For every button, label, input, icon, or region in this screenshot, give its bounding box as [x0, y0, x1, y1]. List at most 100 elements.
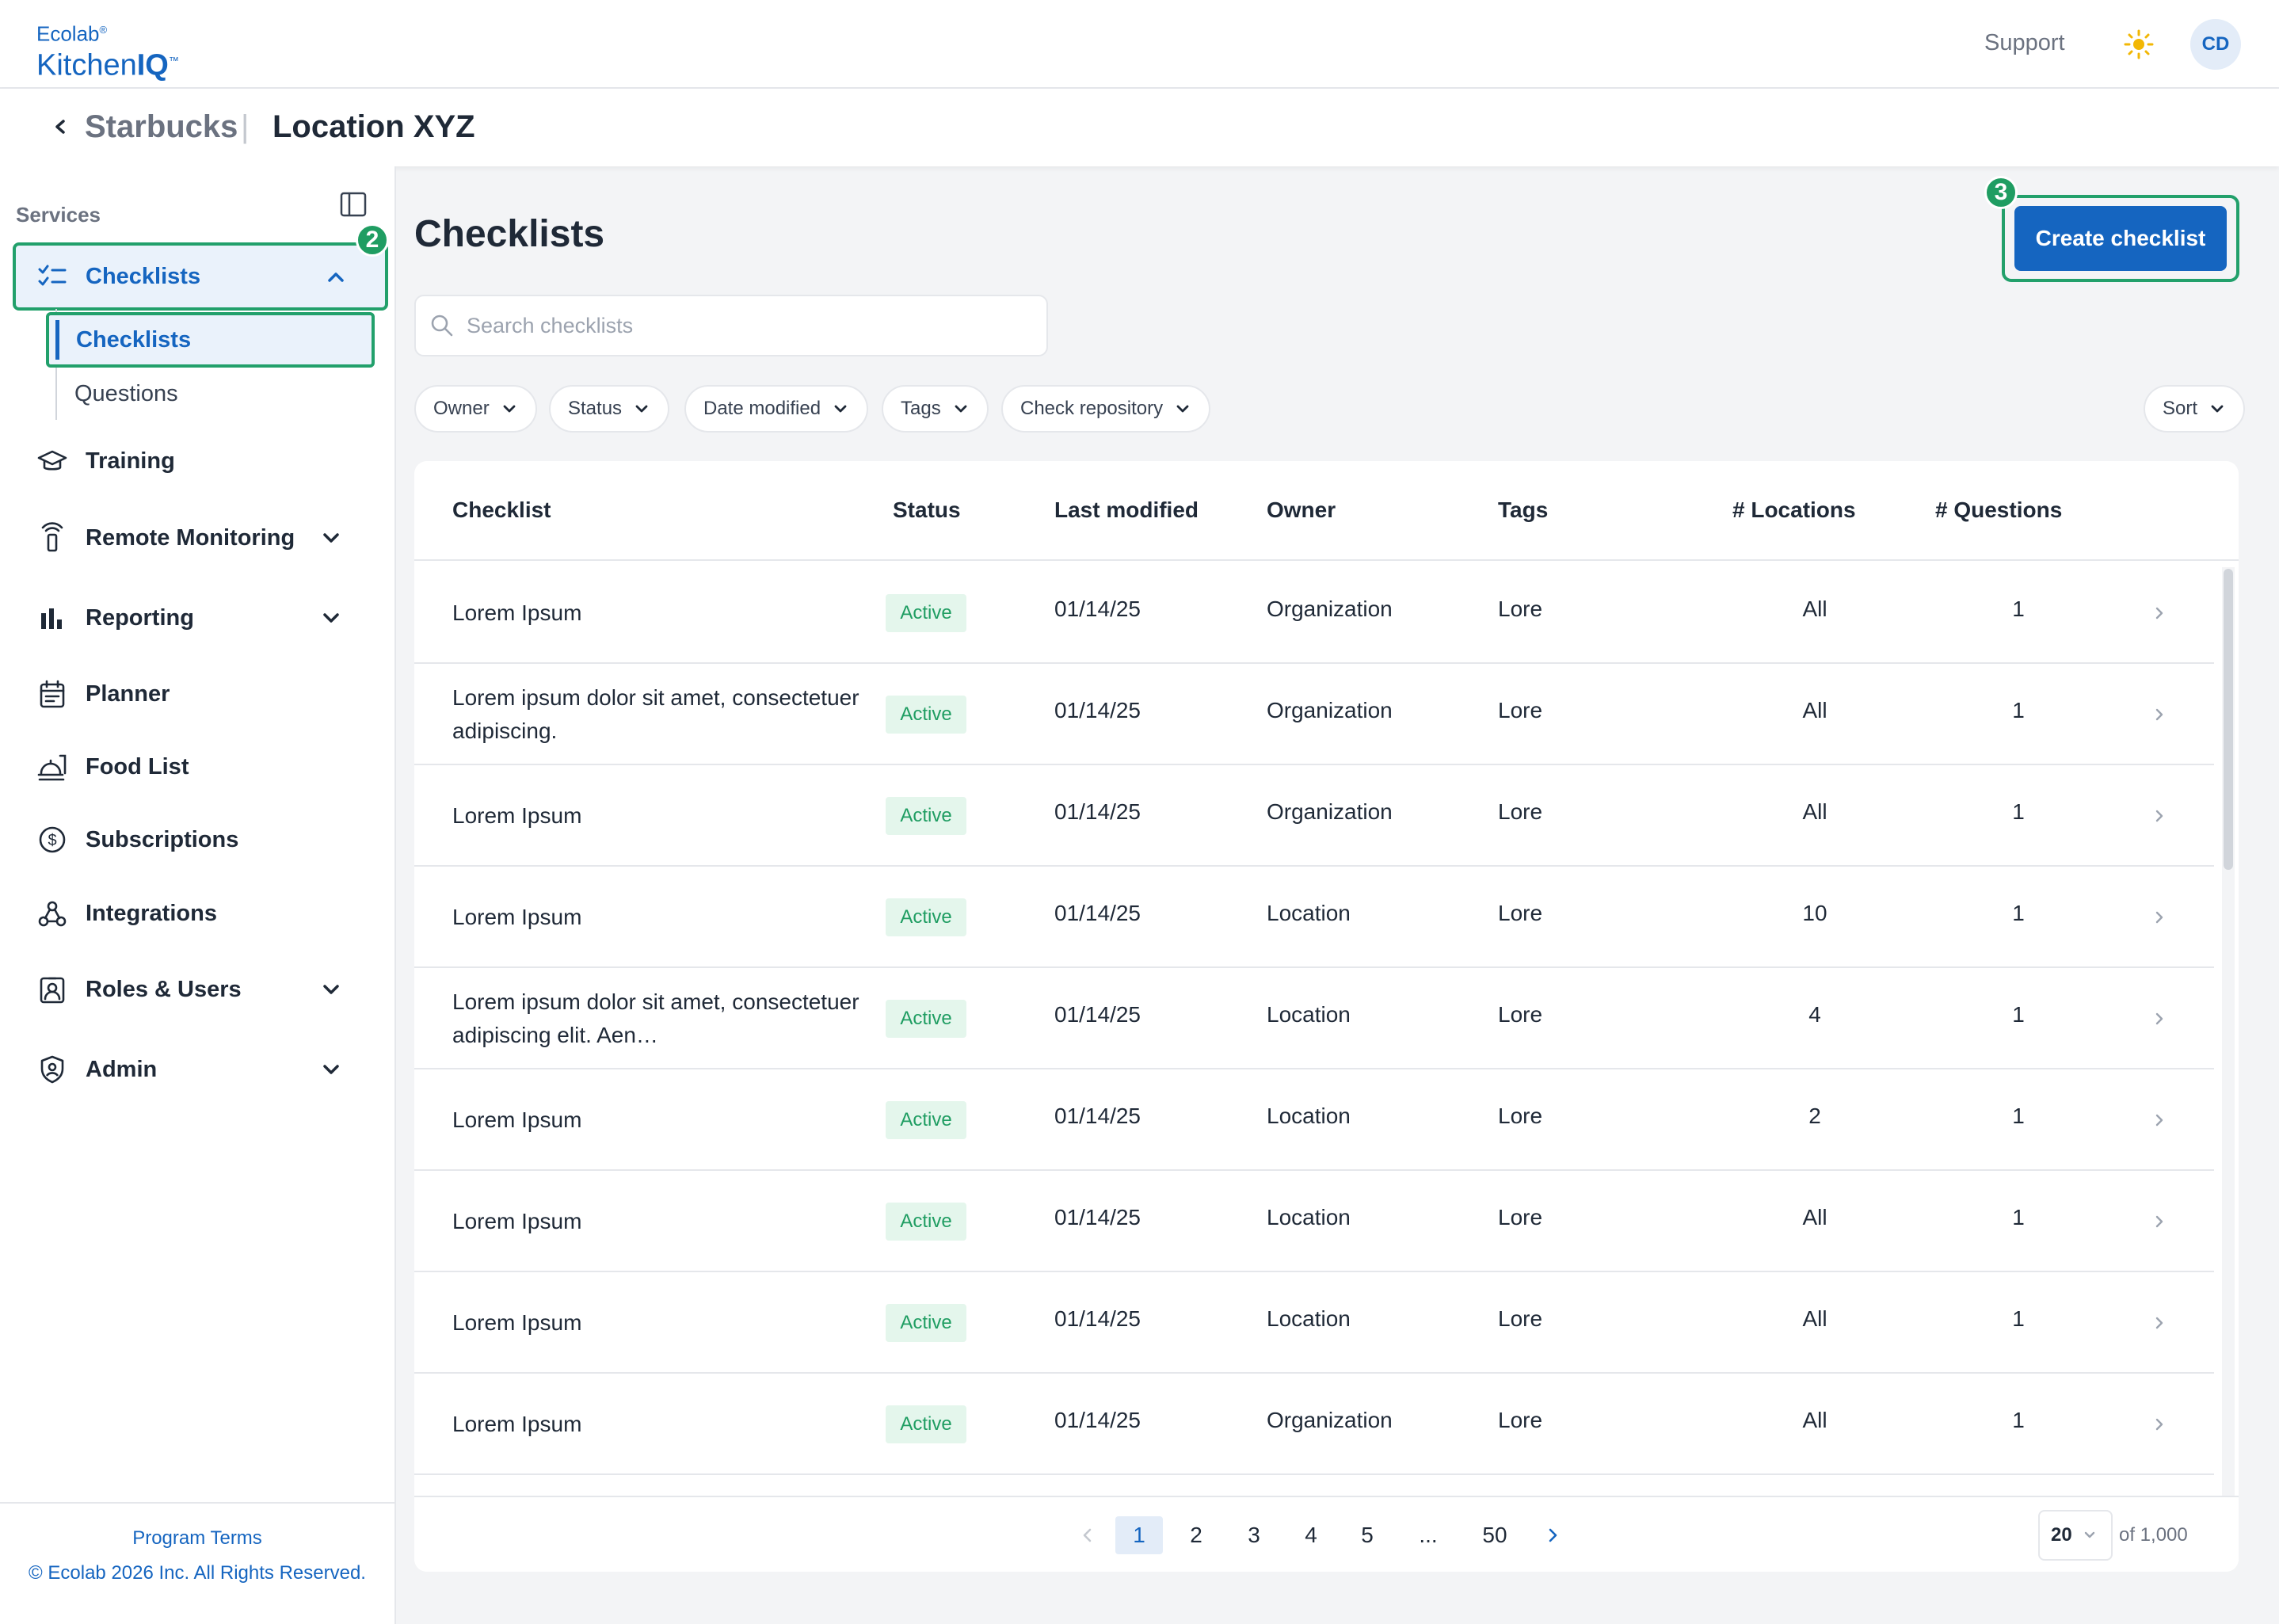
status-badge: Active: [886, 797, 966, 835]
column-header-questions[interactable]: # Questions: [1935, 497, 2062, 523]
questions-count: 1: [2012, 698, 2025, 722]
support-link[interactable]: Support: [1984, 30, 2065, 56]
chevron-left-icon[interactable]: [49, 111, 71, 143]
chevron-right-icon[interactable]: [2149, 1008, 2170, 1029]
column-header-checklist[interactable]: Checklist: [452, 497, 551, 523]
table-row[interactable]: Lorem ipsum dolor sit amet, consectetuer…: [414, 968, 2214, 1069]
search-box: [414, 295, 1048, 356]
page-title: Checklists: [414, 213, 605, 255]
column-header-locations[interactable]: # Locations: [1732, 497, 1856, 523]
kitcheniq-logo[interactable]: Ecolab® KitchenIQ™: [36, 19, 179, 82]
questions-count: 1: [2012, 799, 2025, 824]
program-terms-link[interactable]: Program Terms: [0, 1527, 394, 1550]
subitem-checklists[interactable]: Checklists: [46, 312, 375, 368]
filter-check-repository[interactable]: Check repository: [1001, 385, 1211, 433]
sidebar-item-label: Subscriptions: [86, 826, 239, 852]
graduation-cap-icon: [36, 445, 68, 477]
page-5[interactable]: 5: [1343, 1516, 1391, 1554]
sidebar-footer: Program Terms © Ecolab 2026 Inc. All Rig…: [0, 1502, 394, 1584]
create-checklist-button[interactable]: Create checklist: [2014, 206, 2227, 271]
sidebar-item-label: Food List: [86, 753, 189, 780]
table-row[interactable]: Lorem Ipsum Active 01/14/25 Organization Lor…: [414, 765, 2214, 867]
chevron-right-icon[interactable]: [2149, 1110, 2170, 1130]
locations-count: 10: [1802, 901, 1827, 925]
column-header-status[interactable]: Status: [893, 497, 961, 523]
chevron-right-icon[interactable]: [1543, 1526, 1562, 1545]
breadcrumb-organization[interactable]: Starbucks: [85, 109, 238, 145]
sidebar-item-planner[interactable]: Planner: [16, 662, 380, 726]
sidebar-item-roles-users[interactable]: Roles & Users: [16, 958, 380, 1021]
chevron-up-icon: [328, 273, 344, 282]
subitem-questions[interactable]: Questions: [46, 366, 375, 421]
sidebar-item-integrations[interactable]: Integrations: [16, 882, 380, 945]
sidebar-item-food-list[interactable]: Food List: [16, 735, 380, 799]
chevron-right-icon[interactable]: [2149, 907, 2170, 928]
chevron-right-icon[interactable]: [2149, 1414, 2170, 1435]
filter-tags[interactable]: Tags: [882, 385, 989, 433]
column-header-owner[interactable]: Owner: [1267, 497, 1336, 523]
chevron-right-icon[interactable]: [2149, 1211, 2170, 1232]
owner: Location: [1267, 1205, 1351, 1229]
table-row[interactable]: Lorem ipsum dolor sit amet, consectetuer…: [414, 664, 2214, 765]
page-1[interactable]: 1: [1115, 1516, 1163, 1554]
food-tray-icon: [36, 751, 68, 783]
table-row[interactable]: Lorem Ipsum Active 01/14/25 Organization Lor…: [414, 562, 2214, 664]
chevron-down-icon: [1176, 405, 1189, 413]
table-row[interactable]: Lorem Ipsum Active 01/14/25 Location Lore 10 1: [414, 867, 2214, 968]
sidebar-item-reporting[interactable]: Reporting: [16, 586, 380, 650]
table-row[interactable]: Lorem Ipsum Active 01/14/25 Organization Lor…: [414, 1374, 2214, 1475]
sidebar-item-label: Integrations: [86, 900, 217, 926]
checklist-name[interactable]: Lorem Ipsum: [452, 1205, 864, 1238]
checklist-name[interactable]: Lorem Ipsum: [452, 799, 864, 833]
chevron-right-icon[interactable]: [2149, 1313, 2170, 1333]
chevron-right-icon[interactable]: [2149, 603, 2170, 623]
tags: Lore: [1498, 1205, 1543, 1229]
sidebar-item-admin[interactable]: Admin: [16, 1038, 380, 1101]
checklist-name[interactable]: Lorem ipsum dolor sit amet, consectetuer…: [452, 681, 864, 748]
last-modified: 01/14/25: [1054, 799, 1141, 824]
checklist-name[interactable]: Lorem Ipsum: [452, 1306, 864, 1340]
column-header-last-modified[interactable]: Last modified: [1054, 497, 1199, 523]
filter-date-modified[interactable]: Date modified: [684, 385, 869, 433]
services-label: Services: [16, 203, 101, 227]
annotation-badge-2: 2: [356, 223, 389, 257]
sidebar-item-training[interactable]: Training: [16, 429, 380, 493]
per-page-select[interactable]: 20: [2038, 1510, 2113, 1561]
table-row[interactable]: Lorem Ipsum Active 01/14/25 Location Lore 2 1: [414, 1069, 2214, 1171]
last-modified: 01/14/25: [1054, 901, 1141, 925]
checklist-name[interactable]: Lorem Ipsum: [452, 1408, 864, 1441]
owner: Location: [1267, 1104, 1351, 1128]
checklist-name[interactable]: Lorem ipsum dolor sit amet, consectetuer…: [452, 985, 864, 1052]
chevron-left-icon[interactable]: [1078, 1526, 1097, 1545]
search-input[interactable]: [467, 313, 1021, 338]
table-scrollbar-thumb[interactable]: [2224, 569, 2233, 870]
checklist-name[interactable]: Lorem Ipsum: [452, 597, 864, 630]
filter-status[interactable]: Status: [549, 385, 670, 433]
locations-count: All: [1802, 1408, 1827, 1432]
chevron-right-icon[interactable]: [2149, 704, 2170, 725]
sort-dropdown[interactable]: Sort: [2144, 385, 2246, 433]
sidebar-collapse-icon[interactable]: [339, 190, 368, 219]
sun-icon[interactable]: [2123, 29, 2155, 60]
locations-count: 4: [1808, 1002, 1821, 1027]
table-row[interactable]: Lorem Ipsum Active 01/14/25 Location Lore All…: [414, 1272, 2214, 1374]
column-header-tags[interactable]: Tags: [1498, 497, 1548, 523]
page-4[interactable]: 4: [1287, 1516, 1335, 1554]
bar-chart-icon: [36, 602, 68, 634]
user-avatar[interactable]: CD: [2190, 19, 2241, 70]
sidebar-item-subscriptions[interactable]: $ Subscriptions: [16, 808, 380, 871]
page-2[interactable]: 2: [1172, 1516, 1220, 1554]
checklist-name[interactable]: Lorem Ipsum: [452, 1104, 864, 1137]
sidebar-item-remote-monitoring[interactable]: Remote Monitoring: [16, 506, 380, 570]
page-3[interactable]: 3: [1230, 1516, 1278, 1554]
chevron-right-icon[interactable]: [2149, 806, 2170, 826]
page-50[interactable]: 50: [1471, 1516, 1519, 1554]
breadcrumb-separator: |: [241, 109, 250, 144]
filter-owner[interactable]: Owner: [414, 385, 537, 433]
table-row[interactable]: Lorem Ipsum Active 01/14/25 Location Lore All…: [414, 1171, 2214, 1272]
checklist-name[interactable]: Lorem Ipsum: [452, 901, 864, 934]
sidebar-item-checklists[interactable]: Checklists: [13, 242, 388, 311]
questions-count: 1: [2012, 1306, 2025, 1331]
questions-count: 1: [2012, 901, 2025, 925]
status-badge: Active: [886, 1203, 966, 1241]
